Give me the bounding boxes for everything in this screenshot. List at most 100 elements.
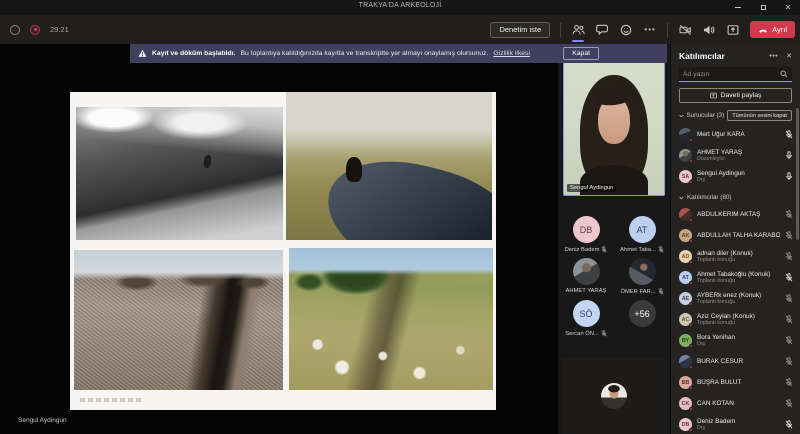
participant-row[interactable]: BY Bora Yenihan Dış [671,330,800,351]
camera-off-icon[interactable] [678,23,692,37]
participant-row[interactable]: BURAK CESUR [671,351,800,372]
avatar-initials: BY [681,337,690,344]
minimize-icon[interactable] [732,2,744,14]
presence-badge [688,322,693,327]
avatar-initials: AC [681,316,690,323]
participant-avatar: AE [679,292,693,306]
chevron-down-icon[interactable] [679,196,684,200]
speaker-icon[interactable] [702,23,716,37]
participant-name: AYBERk enez (Konuk) [697,292,762,299]
participant-name: ABDULKERİM AKTAŞ [697,211,761,218]
panel-scrollbar[interactable] [796,108,799,240]
participant-row[interactable]: BB BÜŞRA BULUT [671,372,800,393]
window-titlebar: TRAKYA'DA ARKEOLOJİ ✕ [0,0,800,15]
participant-row[interactable]: AHMET YARAŞ Düzenleyici [671,145,800,166]
participant-avatar [572,258,600,285]
leave-button[interactable]: Ayrıl [750,21,795,38]
presence-badge [688,259,693,264]
participant-avatar [628,258,656,285]
avatar-grid-cell[interactable]: AHMET YARAŞ [558,258,614,295]
panel-close-icon[interactable]: ✕ [786,52,792,60]
share-invite-button[interactable]: Daveti paylaş [679,88,792,103]
participant-avatar: SA [679,170,693,184]
self-video-tile[interactable] [561,358,667,434]
active-speaker-video-tile[interactable]: Sengul Aydingun [563,62,665,196]
participant-row[interactable]: CK CAN KOTAN [671,393,800,414]
participant-row[interactable]: SA Sengul Aydingun Dış [671,166,800,187]
more-options-icon[interactable]: ••• [643,23,657,37]
meeting-status-icon [10,24,20,35]
avatar-initials: +56 [634,308,650,319]
participant-row[interactable]: AD adnan diler (Konuk) Toplantı konuğu [671,246,800,267]
participants-icon[interactable] [571,23,585,42]
mic-muted-icon [601,330,607,337]
banner-dismiss-button[interactable]: Kapat [563,47,599,60]
participant-role: Toplantı konuğu [697,299,736,305]
avatar-initials: DB [579,224,593,235]
mic-muted-icon[interactable] [785,273,793,282]
participant-avatar: +56 [628,300,656,327]
toolbar-divider [560,22,562,37]
mic-muted-icon[interactable] [785,420,793,429]
search-icon [780,70,788,78]
mic-muted-icon[interactable] [785,378,793,387]
participant-avatar: CK [679,397,693,411]
participant-avatar: AD [679,250,693,264]
mute-all-button[interactable]: Tümünün sesini kapat [727,110,792,121]
meeting-content: Kayıt ve döküm başlatıldı. Bu toplantıya… [0,44,800,434]
avatar-grid-cell[interactable]: AT Ahmet Taba... [614,216,670,253]
presenters-list: Mert Uğur KARA AHMET YARAŞ Düzenleyici S… [671,124,800,187]
maximize-icon[interactable] [757,2,769,14]
warning-icon [138,49,147,57]
leave-button-label: Ayrıl [772,25,787,34]
close-icon[interactable]: ✕ [782,2,794,14]
mic-muted-icon[interactable] [785,315,793,324]
attendees-section-label: Katılımcılar (80) [687,194,732,201]
participant-row[interactable]: AT Ahmet Tabakoğlu (Konuk) Toplantı konu… [671,267,800,288]
photo-bw-trench-hillside [76,107,283,240]
chat-icon[interactable] [595,23,609,37]
avatar-name-label: AHMET YARAŞ [565,288,607,294]
mic-muted-icon[interactable] [785,252,793,261]
reactions-icon[interactable] [619,23,633,37]
mic-muted-icon[interactable] [785,210,793,219]
mic-on-icon[interactable] [785,172,793,181]
mic-on-icon[interactable] [785,151,793,160]
mic-muted-icon[interactable] [785,294,793,303]
recording-banner: Kayıt ve döküm başlatıldı. Bu toplantıya… [130,44,667,63]
participant-row[interactable]: AE AYBERk enez (Konuk) Toplantı konuğu [671,288,800,309]
avatar-initials: DB [681,421,690,428]
mic-muted-icon[interactable] [785,399,793,408]
mic-muted-icon[interactable] [785,130,793,139]
presence-badge [688,364,693,369]
participant-search[interactable] [679,67,792,82]
participant-avatar: SÖ [572,300,600,327]
participant-row[interactable]: Mert Uğur KARA [671,124,800,145]
search-input[interactable] [683,70,780,78]
avatar-initials: CK [681,400,690,407]
participant-row[interactable]: AK ABDULLAH TALHA KARABÖREK [671,225,800,246]
avatar-initials: SÖ [579,308,593,319]
participant-name: Deniz Badem [697,418,736,425]
avatar-grid-cell[interactable]: ÖMER FAR... [614,258,670,295]
avatar-grid-cell[interactable]: +56 [614,300,670,337]
mic-muted-icon[interactable] [785,357,793,366]
participant-row[interactable]: ABDULKERİM AKTAŞ [671,204,800,225]
avatar-grid-cell[interactable]: DB Deniz Badem [558,216,614,253]
participant-avatar [679,149,693,163]
participant-role: Toplantı konuğu [697,320,736,326]
chevron-down-icon[interactable] [679,114,684,118]
avatar-grid-cell[interactable]: SÖ Sercan ÖN... [558,300,614,337]
mic-muted-icon[interactable] [785,336,793,345]
participant-row[interactable]: AC Aziz Ceylan (Konuk) Toplantı konuğu [671,309,800,330]
participant-row[interactable]: DB Deniz Badem Dış [671,414,800,434]
participant-avatar: AC [679,313,693,327]
privacy-policy-link[interactable]: Gizlilik ilkesi [493,50,530,57]
meeting-timer: 29:21 [50,25,69,34]
presence-badge [688,217,693,222]
panel-more-icon[interactable]: ••• [769,53,778,60]
mic-muted-icon[interactable] [785,231,793,240]
request-control-button[interactable]: Denetim iste [490,21,551,38]
presence-badge [688,158,693,163]
share-screen-icon[interactable] [726,23,740,37]
